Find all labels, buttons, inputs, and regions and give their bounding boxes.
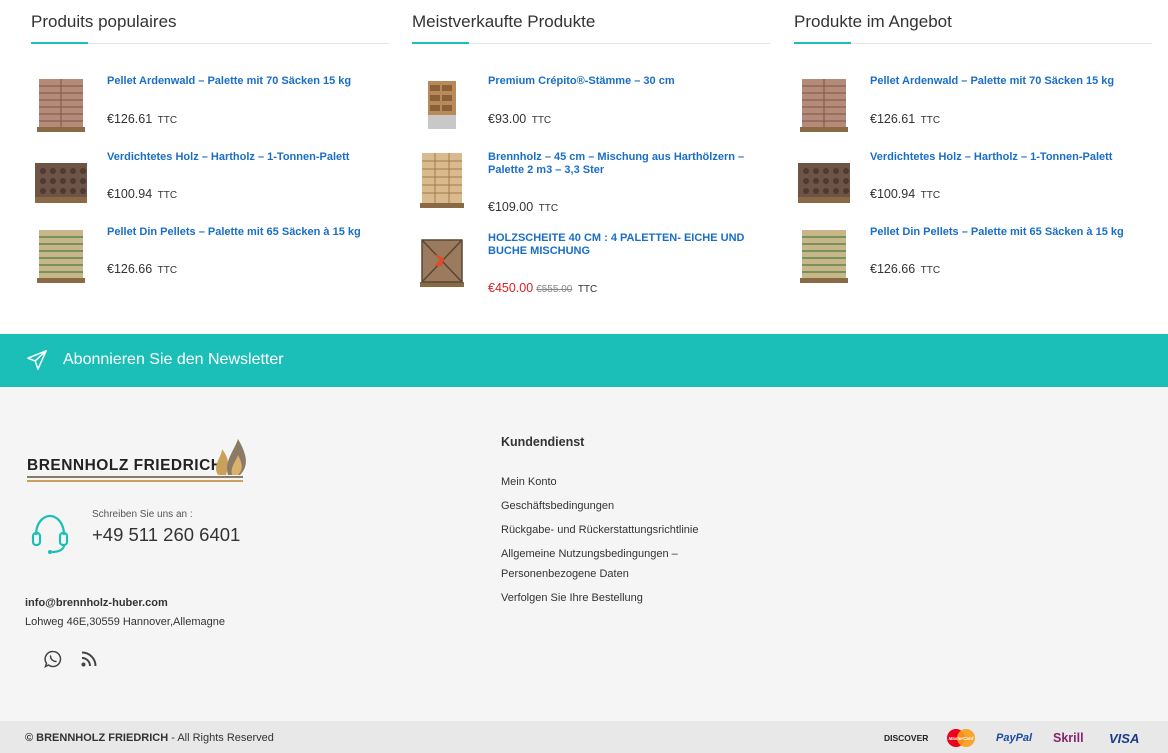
product-price: €93.00 TTC [488, 112, 551, 126]
product-link[interactable]: Verdichtetes Holz – Hartholz – 1-Tonnen-… [870, 151, 1150, 164]
product-price: €126.61 TTC [870, 112, 940, 126]
footer: BRENNHOLZ FRIEDRICH Schreiben Sie uns an… [0, 387, 1168, 721]
brand-logo[interactable]: BRENNHOLZ FRIEDRICH [26, 435, 256, 487]
divider-accent [31, 42, 88, 44]
tax-label: TTC [157, 115, 178, 126]
product-price: €109.00 TTC [488, 200, 558, 214]
price-value: €109.00 [488, 200, 534, 214]
price-value: €126.66 [107, 262, 153, 276]
product-link[interactable]: Verdichtetes Holz – Hartholz – 1-Tonnen-… [107, 151, 387, 164]
tax-label: TTC [157, 265, 178, 276]
tax-label: TTC [538, 203, 559, 214]
tax-label: TTC [157, 190, 178, 201]
tax-label: TTC [920, 190, 941, 201]
firewood-crate-thumbnail[interactable] [412, 232, 472, 292]
product-price: €126.66 TTC [107, 262, 177, 276]
newsletter-label[interactable]: Abonnieren Sie den Newsletter [63, 351, 284, 369]
product-link[interactable]: HOLZSCHEITE 40 CM : 4 PALETTEN- EICHE UN… [488, 232, 768, 258]
visa-card-icon: VISA [1109, 730, 1140, 746]
product-price: €450.00 €555.00 TTC [488, 281, 597, 295]
product-link[interactable]: Brennholz – 45 cm – Mischung aus Harthöl… [488, 151, 768, 177]
pellet-pallet-thumbnail[interactable] [794, 226, 854, 286]
price-value: €126.61 [107, 112, 153, 126]
tax-label: TTC [920, 115, 941, 126]
sale-price: €450.00 [488, 281, 534, 295]
copyright-bar: © BRENNHOLZ FRIEDRICH - All Rights Reser… [0, 721, 1168, 753]
divider-accent [412, 42, 469, 44]
product-price: €126.61 TTC [107, 112, 177, 126]
price-value: €93.00 [488, 112, 527, 126]
divider-accent [794, 42, 851, 44]
product-link[interactable]: Pellet Ardenwald – Palette mit 70 Säcken… [870, 75, 1150, 88]
newsletter-bar[interactable]: Abonnieren Sie den Newsletter [0, 334, 1168, 387]
product-price: €100.94 TTC [870, 187, 940, 201]
phone-number[interactable]: +49 511 260 6401 [92, 524, 240, 546]
headset-icon [31, 514, 69, 554]
footer-link-track-order[interactable]: Verfolgen Sie Ihre Bestellung [501, 588, 731, 608]
compressed-wood-thumbnail[interactable] [31, 151, 91, 211]
contact-address: Lohweg 46E,30559 Hannover,Allemagne [25, 616, 225, 628]
contact-label: Schreiben Sie uns an : [92, 509, 193, 520]
column-title: Produkte im Angebot [794, 12, 952, 31]
price-value: €100.94 [107, 187, 153, 201]
tax-label: TTC [577, 284, 598, 295]
footer-link-privacy[interactable]: Allgemeine Nutzungsbedingungen – Persone… [501, 544, 731, 584]
copyright-rest: - All Rights Reserved [168, 732, 274, 744]
discover-card-icon: DISCOVER [884, 733, 929, 743]
product-price: €126.66 TTC [870, 262, 940, 276]
skrill-icon: Skrill [1053, 731, 1084, 745]
column-title: Produits populaires [31, 12, 177, 31]
rss-icon[interactable] [80, 650, 98, 668]
price-value: €126.61 [870, 112, 916, 126]
compressed-wood-thumbnail[interactable] [794, 151, 854, 211]
product-link[interactable]: Premium Crépito®-Stämme – 30 cm [488, 75, 768, 88]
whatsapp-icon[interactable] [44, 650, 62, 668]
product-link[interactable]: Pellet Din Pellets – Palette mit 65 Säck… [107, 226, 387, 239]
svg-text:MasterCard: MasterCard [949, 736, 974, 741]
tax-label: TTC [531, 115, 552, 126]
paper-plane-icon [27, 350, 47, 370]
pellet-pallet-thumbnail[interactable] [794, 75, 854, 135]
copyright-brand: © BRENNHOLZ FRIEDRICH [25, 732, 169, 744]
price-value: €126.66 [870, 262, 916, 276]
contact-email[interactable]: info@brennholz-huber.com [25, 597, 168, 609]
product-link[interactable]: Pellet Ardenwald – Palette mit 70 Säcken… [107, 75, 387, 88]
customer-service-title: Kundendienst [501, 435, 585, 449]
paypal-icon: PayPal [996, 732, 1033, 744]
footer-link-terms[interactable]: Geschäftsbedingungen [501, 496, 731, 516]
column-title: Meistverkaufte Produkte [412, 12, 596, 31]
pellet-pallet-thumbnail[interactable] [31, 226, 91, 286]
firewood-pallet-thumbnail[interactable] [412, 151, 472, 211]
footer-link-my-account[interactable]: Mein Konto [501, 472, 731, 492]
tax-label: TTC [920, 265, 941, 276]
old-price: €555.00 [536, 284, 573, 295]
product-price: €100.94 TTC [107, 187, 177, 201]
price-value: €100.94 [870, 187, 916, 201]
logs-thumbnail[interactable] [412, 75, 472, 135]
product-widgets: Produits populaires Pellet Ardenwald – P… [0, 0, 1168, 334]
product-link[interactable]: Pellet Din Pellets – Palette mit 65 Säck… [870, 226, 1150, 239]
copyright-text: © BRENNHOLZ FRIEDRICH - All Rights Reser… [25, 732, 274, 744]
footer-link-refund-policy[interactable]: Rückgabe- und Rückerstattungsrichtlinie [501, 520, 731, 540]
pellet-pallet-thumbnail[interactable] [31, 75, 91, 135]
brand-logo-text: BRENNHOLZ FRIEDRICH [27, 457, 223, 474]
customer-service-links: Mein Konto Geschäftsbedingungen Rückgabe… [501, 472, 731, 612]
mastercard-card-icon: MasterCard [944, 729, 978, 747]
